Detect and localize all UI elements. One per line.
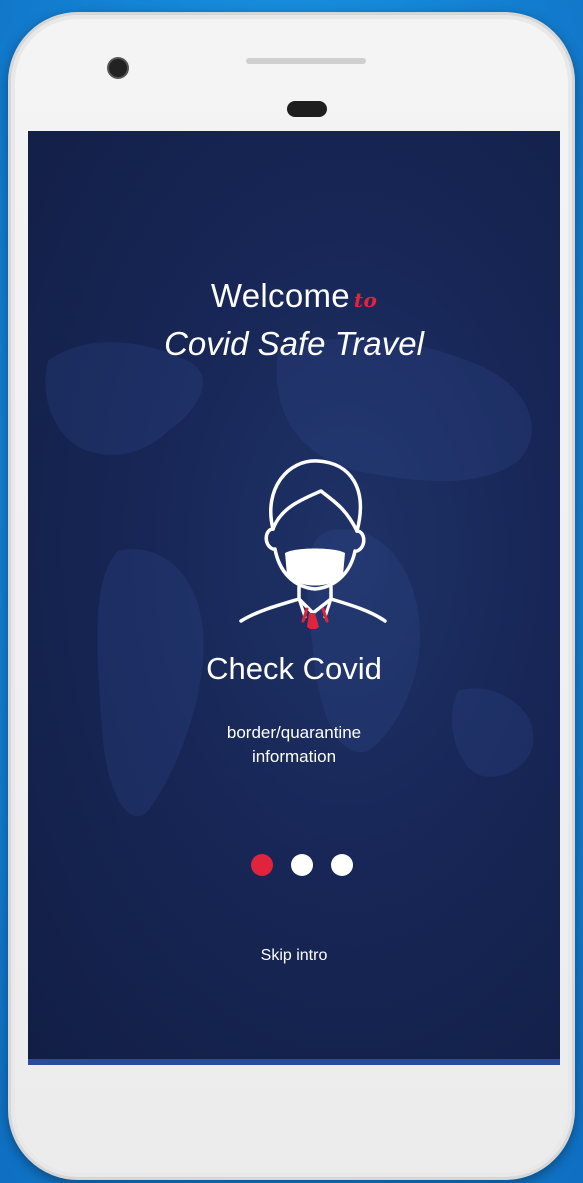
phone-frame: Welcome to Covid Safe Travel Check Covid …	[8, 12, 575, 1180]
proximity-sensor	[287, 101, 327, 117]
slide-description: border/quarantine information	[28, 721, 560, 769]
earpiece-speaker	[246, 58, 366, 64]
welcome-title: Welcome to	[28, 277, 560, 315]
pagination-dot-1[interactable]	[251, 854, 273, 876]
app-name: Covid Safe Travel	[164, 325, 424, 362]
slide-description-line1: border/quarantine	[226, 723, 362, 742]
pagination-dot-2[interactable]	[291, 854, 313, 876]
welcome-label: Welcome	[210, 277, 350, 314]
slide-description-line2: information	[251, 747, 337, 766]
slide-heading: Check Covid	[206, 651, 382, 686]
screen-bottom-edge	[28, 1059, 560, 1065]
skip-intro-link[interactable]: Skip intro	[28, 947, 560, 965]
pagination-dots	[251, 854, 371, 878]
front-camera	[109, 59, 127, 77]
pagination-dot-3[interactable]	[331, 854, 353, 876]
masked-person-icon	[239, 459, 387, 629]
app-screen: Welcome to Covid Safe Travel Check Covid …	[28, 131, 560, 1065]
welcome-connector: to	[353, 288, 378, 312]
